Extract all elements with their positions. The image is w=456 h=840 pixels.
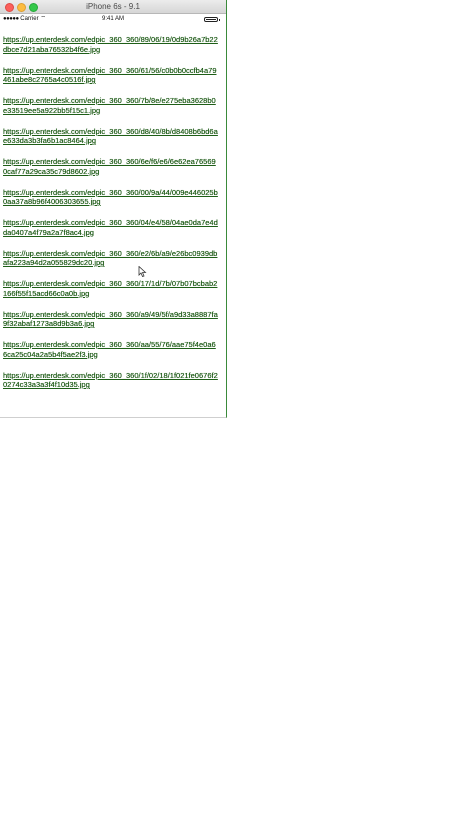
battery-level-fill (206, 19, 216, 20)
url-link[interactable]: https://up.enterdesk.com/edpic_360_360/6… (3, 66, 218, 85)
url-link[interactable]: https://up.enterdesk.com/edpic_360_360/8… (3, 35, 218, 54)
url-link[interactable]: https://up.enterdesk.com/edpic_360_360/1… (3, 279, 218, 298)
status-clock: 9:41 AM (101, 16, 124, 22)
url-link[interactable]: https://up.enterdesk.com/edpic_360_360/e… (3, 249, 218, 268)
window-title: iPhone 6s - 9.1 (86, 2, 140, 11)
window-titlebar[interactable]: iPhone 6s - 9.1 (0, 0, 226, 14)
url-link[interactable]: https://up.enterdesk.com/edpic_360_360/a… (3, 310, 218, 329)
battery-icon (204, 17, 220, 22)
url-link[interactable]: https://up.enterdesk.com/edpic_360_360/0… (3, 218, 218, 237)
simulator-window: iPhone 6s - 9.1 ●●●●● Carrier ⌔ 9:41 AM … (0, 0, 227, 418)
mouse-cursor-icon (138, 266, 147, 277)
url-link[interactable]: https://up.enterdesk.com/edpic_360_360/d… (3, 127, 218, 146)
url-link[interactable]: https://up.enterdesk.com/edpic_360_360/1… (3, 371, 218, 390)
url-list: https://up.enterdesk.com/edpic_360_360/8… (0, 25, 226, 390)
url-link[interactable]: https://up.enterdesk.com/edpic_360_360/0… (3, 188, 218, 207)
ios-status-bar: ●●●●● Carrier ⌔ 9:41 AM (0, 14, 226, 25)
url-link[interactable]: https://up.enterdesk.com/edpic_360_360/6… (3, 157, 218, 176)
url-link[interactable]: https://up.enterdesk.com/edpic_360_360/a… (3, 340, 218, 359)
url-link[interactable]: https://up.enterdesk.com/edpic_360_360/7… (3, 96, 218, 115)
